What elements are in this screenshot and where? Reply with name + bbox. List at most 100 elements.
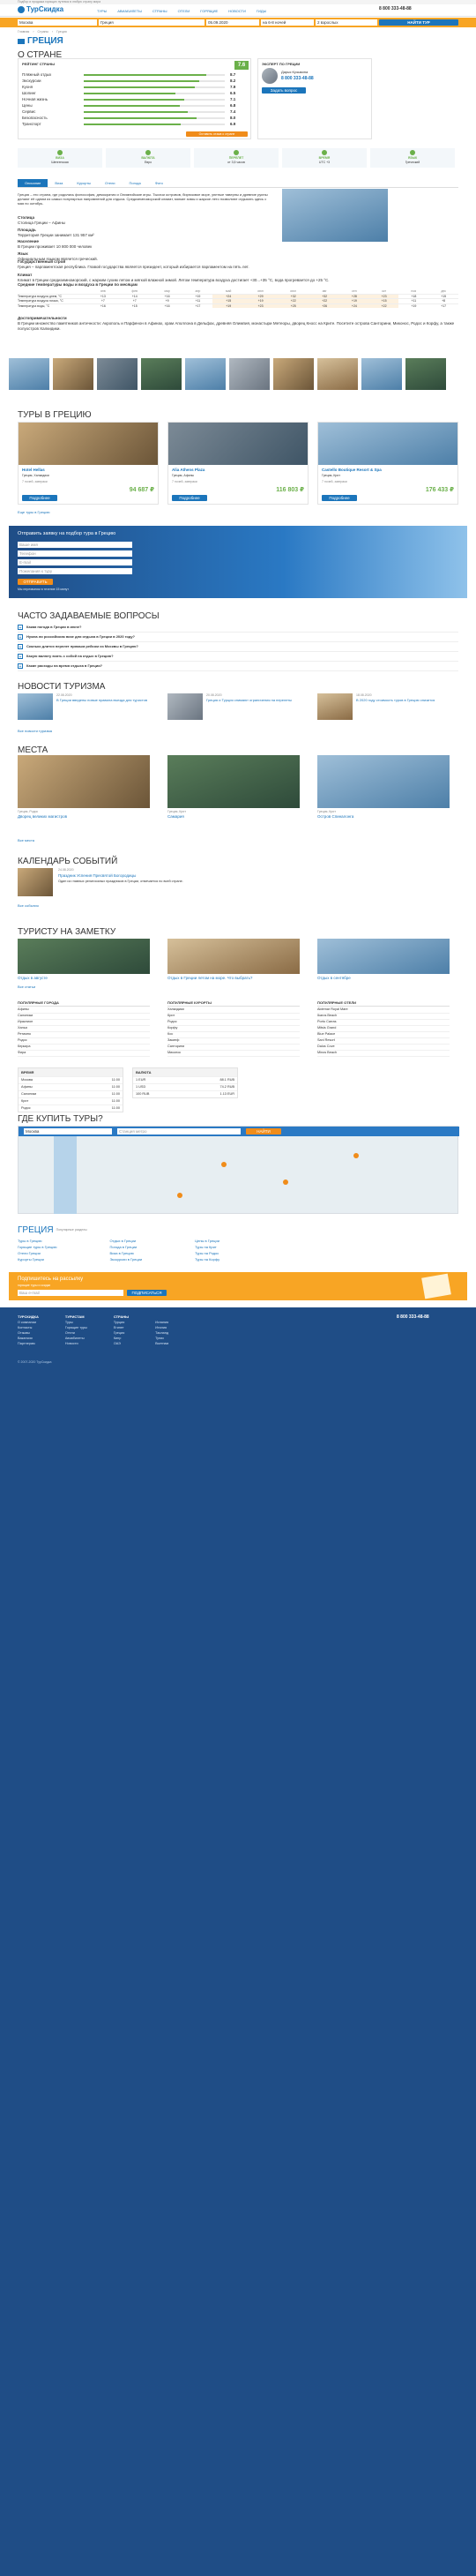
request-phone-input[interactable]: Телефон <box>18 550 132 557</box>
expert-phone[interactable]: 8 800 333-48-88 <box>281 76 314 82</box>
gallery-photo[interactable] <box>229 358 270 390</box>
popular-list-item[interactable]: Закинф <box>167 1038 300 1045</box>
map-pin-icon[interactable] <box>221 1162 227 1167</box>
tour-card[interactable]: Alia Athens Plaza Греция, Афины 7 ночей, з… <box>167 422 309 505</box>
tour-card[interactable]: Castello Boutique Resort & Spa Греция, Кр… <box>317 422 458 505</box>
subscribe-input[interactable]: Ваш e-mail <box>18 1290 123 1296</box>
map-metro-input[interactable]: Станция метро <box>117 1128 241 1134</box>
popular-list-item[interactable]: Салоники <box>18 1014 150 1021</box>
request-name-input[interactable]: Ваше имя <box>18 542 132 548</box>
popular-list-item[interactable]: Керкира <box>18 1045 150 1052</box>
greece-link[interactable]: Туры на Родос <box>195 1251 219 1257</box>
popular-list-item[interactable]: Minos Beach <box>317 1051 450 1058</box>
gallery-photo[interactable] <box>273 358 314 390</box>
nav-item[interactable]: ОТЕЛИ <box>178 9 190 13</box>
all-news-link[interactable]: Все новости туризма <box>18 729 52 733</box>
event-title[interactable]: Праздник Успения Пресвятой Богородицы <box>58 873 136 879</box>
request-submit-button[interactable]: ОТПРАВИТЬ <box>18 579 53 585</box>
tab-item[interactable]: Курорты <box>70 179 98 187</box>
request-wishes-input[interactable]: Пожелания к туру <box>18 568 132 574</box>
breadcrumb-item[interactable]: Главная <box>18 30 29 34</box>
nav-item[interactable]: ТУРЫ <box>97 9 107 13</box>
footer-link[interactable]: Партнерам <box>18 1342 39 1347</box>
search-nights[interactable]: на 6-8 ночей <box>261 19 314 26</box>
news-card[interactable]: 22.08.2020 В Греции введены новые правила… <box>18 693 159 720</box>
all-places-link[interactable]: Все места <box>18 838 34 842</box>
popular-list-item[interactable]: Ретимно <box>18 1032 150 1039</box>
popular-list-item[interactable]: Sani Resort <box>317 1038 450 1045</box>
faq-item[interactable]: + Нужна ли российским визе для отдыха в Г… <box>18 633 458 642</box>
place-card[interactable]: Греция, Крит Самария <box>167 755 300 819</box>
popular-list-item[interactable]: Афины <box>18 1007 150 1015</box>
greece-link[interactable]: Экскурсии в Греции <box>110 1257 143 1263</box>
news-card[interactable]: 20.08.2020 Греция и Турция снимают ограни… <box>167 693 309 720</box>
tour-details-button[interactable]: Подробнее <box>22 495 57 501</box>
dealers-map[interactable]: Москва Станция метро НАЙТИ <box>18 1126 459 1214</box>
nav-item[interactable]: НОВОСТИ <box>228 9 246 13</box>
map-pin-icon[interactable] <box>283 1179 288 1185</box>
search-to[interactable]: Греция <box>99 19 205 26</box>
nav-item[interactable]: ГИДЫ <box>257 9 266 13</box>
greece-link[interactable]: Горящие туры в Грецию <box>18 1245 57 1251</box>
greece-link[interactable]: Туры на Корфу <box>195 1257 219 1263</box>
tour-card[interactable]: Hotel Hellas Греция, Халкидики 7 ночей, за… <box>18 422 159 505</box>
popular-list-item[interactable]: Корфу <box>167 1026 300 1033</box>
review-button[interactable]: Оставить отзыв о стране <box>186 131 248 137</box>
nav-item[interactable]: СТРАНЫ <box>152 9 167 13</box>
footer-phone[interactable]: 8 800 333-48-88 <box>397 1314 429 1321</box>
popular-list-item[interactable]: Daios Cove <box>317 1045 450 1052</box>
popular-list-item[interactable]: Родос <box>167 1020 300 1027</box>
tip-card[interactable]: Отдых в Греции летом на море. Что выбрат… <box>167 939 300 981</box>
ask-expert-button[interactable]: Задать вопрос <box>262 87 306 94</box>
footer-link[interactable]: Вьетнам <box>155 1342 168 1347</box>
search-button[interactable]: НАЙТИ ТУР <box>379 19 458 26</box>
popular-list-item[interactable]: Blue Palace <box>317 1032 450 1039</box>
tab-item[interactable]: Описание <box>18 179 48 188</box>
gallery-photo[interactable] <box>361 358 402 390</box>
place-card[interactable]: Греция, Родос Дворец великих магистров <box>18 755 150 819</box>
popular-list-item[interactable]: Санторини <box>167 1045 300 1052</box>
gallery-photo[interactable] <box>97 358 138 390</box>
faq-item[interactable]: + Какую валюту взять с собой на отдых в Г… <box>18 652 458 662</box>
gallery-photo[interactable] <box>9 358 49 390</box>
greece-link[interactable]: Отели Греции <box>18 1251 57 1257</box>
greece-map[interactable] <box>282 189 388 242</box>
search-tourists[interactable]: 2 взрослых <box>316 19 377 26</box>
popular-list-item[interactable]: Ираклион <box>18 1020 150 1027</box>
map-find-button[interactable]: НАЙТИ <box>246 1128 281 1134</box>
tour-details-button[interactable]: Подробнее <box>172 495 207 501</box>
popular-list-item[interactable]: Ikaros Beach <box>317 1014 450 1021</box>
gallery-photo[interactable] <box>185 358 226 390</box>
tab-item[interactable]: Погода <box>123 179 148 187</box>
breadcrumb-item[interactable]: Страны <box>38 30 48 34</box>
map-pin-icon[interactable] <box>177 1193 182 1198</box>
popular-list-item[interactable]: Ханья <box>18 1026 150 1033</box>
all-events-link[interactable]: Все события <box>18 903 39 908</box>
popular-list-item[interactable]: Миконос <box>167 1051 300 1058</box>
tab-item[interactable]: Виза <box>48 179 70 187</box>
popular-list-item[interactable]: Халкидики <box>167 1007 300 1015</box>
gallery-photo[interactable] <box>317 358 358 390</box>
greece-link[interactable]: Туры в Грецию <box>18 1239 57 1245</box>
place-card[interactable]: Греция, Крит Остров Спиналонга <box>317 755 450 819</box>
footer-link[interactable]: ОАЭ <box>114 1342 129 1347</box>
faq-item[interactable]: + Какие расходы на время отдыха в Греции? <box>18 662 458 671</box>
map-pin-icon[interactable] <box>353 1153 359 1158</box>
popular-list-item[interactable]: Родос <box>18 1038 150 1045</box>
popular-list-item[interactable]: Кос <box>167 1032 300 1039</box>
more-tours-link[interactable]: Еще туры в Грецию <box>18 510 49 514</box>
map-city-select[interactable]: Москва <box>24 1128 112 1134</box>
tour-details-button[interactable]: Подробнее <box>322 495 357 501</box>
greece-link[interactable]: Туры на Крит <box>195 1245 219 1251</box>
popular-list-item[interactable]: Aldemar Royal Mare <box>317 1007 450 1015</box>
request-email-input[interactable]: E-mail <box>18 559 132 565</box>
subscribe-button[interactable]: ПОДПИСАТЬСЯ <box>127 1290 167 1296</box>
greece-link[interactable]: Погода в Греции <box>110 1245 143 1251</box>
news-card[interactable]: 18.08.2020 В 2020 году стоимость туров в … <box>317 693 458 720</box>
faq-item[interactable]: + Какая погода в Греции в июне? <box>18 623 458 633</box>
nav-item[interactable]: ГОРЯЩИЕ <box>200 9 218 13</box>
popular-list-item[interactable]: Mitsis Grand <box>317 1026 450 1033</box>
gallery-photo[interactable] <box>141 358 182 390</box>
tip-card[interactable]: Отдых в сентябре <box>317 939 450 981</box>
search-date[interactable]: 05.09.2020 <box>206 19 259 26</box>
